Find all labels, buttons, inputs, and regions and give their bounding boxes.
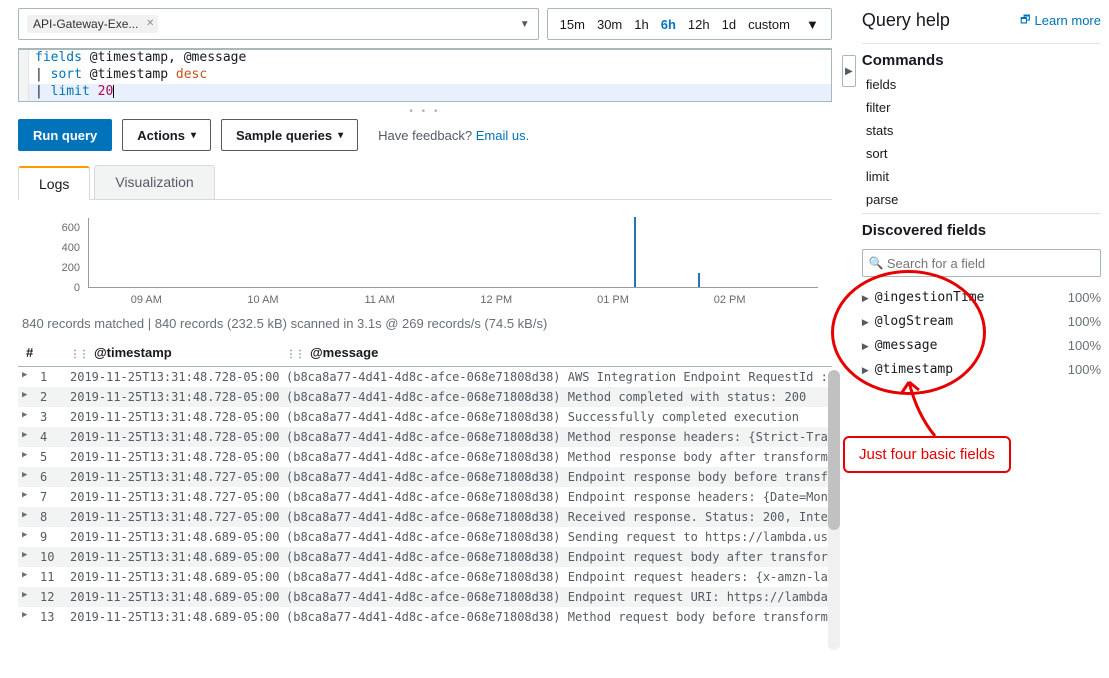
external-link-icon: 🗗: [1020, 11, 1030, 30]
tab-logs[interactable]: Logs: [18, 166, 90, 200]
table-row[interactable]: ▶62019-11-25T13:31:48.727-05:00(b8ca8a77…: [18, 467, 832, 487]
table-row[interactable]: ▶112019-11-25T13:31:48.689-05:00(b8ca8a7…: [18, 567, 832, 587]
x-axis-tick: 12 PM: [480, 294, 512, 306]
expand-icon: ▶: [862, 317, 869, 327]
remove-log-group-icon[interactable]: ✕: [146, 18, 154, 29]
time-12h[interactable]: 12h: [682, 17, 716, 32]
command-item[interactable]: stats: [862, 119, 1101, 142]
discovered-field[interactable]: ▶@ingestionTime100%: [862, 285, 1101, 309]
scan-stats: 840 records matched | 840 records (232.5…: [18, 312, 832, 339]
command-item[interactable]: parse: [862, 188, 1101, 211]
expand-icon: ▶: [862, 293, 869, 303]
query-editor[interactable]: fields @timestamp, @message | sort @time…: [18, 48, 832, 102]
command-item[interactable]: sort: [862, 142, 1101, 165]
expand-row-icon[interactable]: ▶: [22, 490, 32, 504]
table-row[interactable]: ▶92019-11-25T13:31:48.689-05:00(b8ca8a77…: [18, 527, 832, 547]
time-6h[interactable]: 6h: [655, 17, 682, 32]
table-row[interactable]: ▶22019-11-25T13:31:48.728-05:00(b8ca8a77…: [18, 387, 832, 407]
expand-row-icon[interactable]: ▶: [22, 470, 32, 484]
learn-more-link[interactable]: 🗗Learn more: [1020, 11, 1101, 30]
vertical-scrollbar[interactable]: [828, 370, 840, 650]
log-group-label: API-Gateway-Exe...: [33, 17, 138, 31]
discovered-field[interactable]: ▶@message100%: [862, 333, 1101, 357]
expand-row-icon[interactable]: ▶: [22, 510, 32, 524]
col-timestamp[interactable]: @timestamp: [94, 345, 172, 360]
histogram-chart: 0 200 400 600 09 AM 10 AM 11 AM 12 PM 01 PM 02 PM: [18, 212, 832, 312]
expand-row-icon[interactable]: ▶: [22, 430, 32, 444]
email-us-link[interactable]: Email us.: [476, 128, 529, 143]
y-axis-tick: 600: [52, 222, 80, 234]
expand-row-icon[interactable]: ▶: [22, 610, 32, 624]
time-1d[interactable]: 1d: [716, 17, 742, 32]
time-30m[interactable]: 30m: [591, 17, 628, 32]
expand-row-icon[interactable]: ▶: [22, 370, 32, 384]
time-custom[interactable]: custom: [742, 17, 796, 32]
table-row[interactable]: ▶32019-11-25T13:31:48.728-05:00(b8ca8a77…: [18, 407, 832, 427]
discovered-field[interactable]: ▶@timestamp100%: [862, 357, 1101, 381]
collapse-panel-toggle[interactable]: ▶: [842, 55, 856, 87]
chart-bar: [698, 273, 700, 287]
x-axis-tick: 01 PM: [597, 294, 629, 306]
table-row[interactable]: ▶12019-11-25T13:31:48.728-05:00(b8ca8a77…: [18, 367, 832, 387]
expand-icon: ▶: [862, 341, 869, 351]
expand-icon: ▶: [862, 365, 869, 375]
drag-handle-icon[interactable]: ⋮⋮: [70, 349, 88, 360]
log-group-dropdown[interactable]: API-Gateway-Exe... ✕ ▼: [18, 8, 539, 40]
command-item[interactable]: limit: [862, 165, 1101, 188]
discovered-field[interactable]: ▶@logStream100%: [862, 309, 1101, 333]
y-axis-tick: 400: [52, 242, 80, 254]
command-item[interactable]: fields: [862, 73, 1101, 96]
drag-handle-icon[interactable]: ⋮⋮: [286, 349, 304, 360]
time-15m[interactable]: 15m: [554, 17, 591, 32]
x-axis-tick: 11 AM: [364, 294, 394, 306]
table-row[interactable]: ▶102019-11-25T13:31:48.689-05:00(b8ca8a7…: [18, 547, 832, 567]
y-axis-tick: 200: [52, 262, 80, 274]
discovered-fields-heading: Discovered fields: [862, 213, 1101, 243]
annotation-text: Just four basic fields: [843, 436, 1011, 473]
field-search-input[interactable]: [862, 249, 1101, 277]
result-tabs: Logs Visualization: [18, 165, 832, 200]
resize-handle-icon[interactable]: • • •: [18, 102, 832, 119]
table-row[interactable]: ▶72019-11-25T13:31:48.727-05:00(b8ca8a77…: [18, 487, 832, 507]
expand-row-icon[interactable]: ▶: [22, 590, 32, 604]
table-row[interactable]: ▶52019-11-25T13:31:48.728-05:00(b8ca8a77…: [18, 447, 832, 467]
expand-row-icon[interactable]: ▶: [22, 410, 32, 424]
sample-queries-button[interactable]: Sample queries▾: [221, 119, 358, 151]
chevron-down-icon: ▼: [520, 19, 530, 30]
x-axis-tick: 02 PM: [714, 294, 746, 306]
chevron-down-icon: ▾: [191, 130, 196, 141]
expand-row-icon[interactable]: ▶: [22, 530, 32, 544]
chevron-down-icon: ▾: [338, 130, 343, 141]
col-rownum: #: [22, 345, 70, 360]
x-axis-tick: 09 AM: [131, 294, 162, 306]
feedback-text: Have feedback? Email us.: [378, 128, 529, 143]
command-item[interactable]: filter: [862, 96, 1101, 119]
expand-row-icon[interactable]: ▶: [22, 570, 32, 584]
y-axis-tick: 0: [52, 282, 80, 294]
table-row[interactable]: ▶132019-11-25T13:31:48.689-05:00(b8ca8a7…: [18, 607, 832, 627]
chart-bar: [634, 217, 636, 287]
tab-visualization[interactable]: Visualization: [94, 165, 214, 199]
time-1h[interactable]: 1h: [628, 17, 654, 32]
expand-row-icon[interactable]: ▶: [22, 390, 32, 404]
table-row[interactable]: ▶122019-11-25T13:31:48.689-05:00(b8ca8a7…: [18, 587, 832, 607]
commands-heading: Commands: [862, 43, 1101, 73]
query-help-title: Query help: [862, 10, 950, 31]
chevron-down-icon: ▼: [800, 17, 825, 32]
table-row[interactable]: ▶42019-11-25T13:31:48.728-05:00(b8ca8a77…: [18, 427, 832, 447]
actions-button[interactable]: Actions▾: [122, 119, 211, 151]
results-table: # ⋮⋮ @timestamp ⋮⋮ @message ▶12019-11-25T1…: [18, 339, 832, 627]
run-query-button[interactable]: Run query: [18, 119, 112, 151]
col-message[interactable]: @message: [310, 345, 378, 360]
expand-row-icon[interactable]: ▶: [22, 450, 32, 464]
time-range-picker[interactable]: 15m 30m 1h 6h 12h 1d custom ▼: [547, 8, 832, 40]
table-row[interactable]: ▶82019-11-25T13:31:48.727-05:00(b8ca8a77…: [18, 507, 832, 527]
x-axis-tick: 10 AM: [247, 294, 278, 306]
log-group-pill[interactable]: API-Gateway-Exe... ✕: [27, 15, 158, 33]
expand-row-icon[interactable]: ▶: [22, 550, 32, 564]
